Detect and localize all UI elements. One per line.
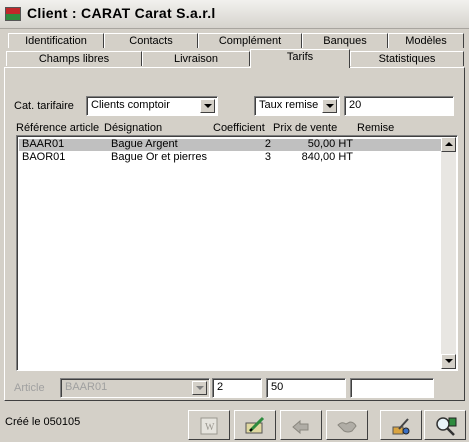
tab-statistiques[interactable]: Statistiques	[350, 51, 464, 66]
remise-input[interactable]	[350, 378, 434, 398]
chevron-down-icon[interactable]	[200, 99, 215, 113]
article-select[interactable]: BAAR01	[60, 378, 210, 398]
coefficient-input[interactable]: 2	[212, 378, 262, 398]
table-row[interactable]: BAOR01 Bague Or et pierres 3 840,00 HT	[19, 151, 441, 164]
tools-button[interactable]	[380, 410, 422, 440]
column-header-coefficient[interactable]: Coefficient	[213, 122, 265, 134]
tab-contacts[interactable]: Contacts	[104, 33, 198, 48]
scroll-up-icon[interactable]	[441, 137, 456, 152]
tab-livraison[interactable]: Livraison	[142, 51, 250, 66]
tab-tarifs[interactable]: Tarifs	[250, 49, 350, 68]
cell-reference: BAOR01	[22, 151, 66, 163]
cell-reference: BAAR01	[22, 138, 65, 150]
edit-icon	[245, 416, 265, 434]
search-button[interactable]	[424, 410, 466, 440]
transfer-button[interactable]	[280, 410, 322, 440]
tab-complement[interactable]: Complément	[198, 33, 302, 48]
column-header-prix-de-vente[interactable]: Prix de vente	[273, 122, 337, 134]
search-icon	[436, 417, 457, 436]
cell-prix-de-vente: 840,00 HT	[301, 151, 353, 163]
created-date: Créé le 050105	[5, 416, 81, 428]
column-header-reference[interactable]: Référence article	[16, 122, 99, 134]
column-header-remise[interactable]: Remise	[357, 122, 394, 134]
tarifs-list[interactable]: BAAR01 Bague Argent 2 50,00 HT BAOR01 Ba…	[16, 135, 458, 371]
title-bar[interactable]: Client : CARAT Carat S.a.r.l	[0, 0, 469, 29]
prix-input[interactable]: 50	[266, 378, 346, 398]
cell-designation: Bague Or et pierres	[111, 151, 207, 163]
table-row[interactable]: BAAR01 Bague Argent 2 50,00 HT	[19, 138, 441, 151]
tab-champs-libres[interactable]: Champs libres	[6, 51, 142, 66]
app-icon	[5, 7, 21, 21]
chevron-down-icon[interactable]	[192, 381, 207, 395]
word-icon: W	[200, 417, 218, 435]
remise-value-input[interactable]: 20	[344, 96, 454, 116]
article-label: Article	[14, 382, 45, 394]
chevron-down-icon[interactable]	[322, 99, 337, 113]
article-value: BAAR01	[65, 381, 108, 393]
word-export-button[interactable]: W	[188, 410, 230, 440]
remise-type-select[interactable]: Taux remise	[254, 96, 340, 116]
cell-coefficient: 3	[264, 151, 271, 163]
tab-modeles[interactable]: Modèles	[388, 33, 464, 48]
cat-tarifaire-value: Clients comptoir	[91, 99, 170, 111]
cell-coefficient: 2	[264, 138, 271, 150]
tab-banques[interactable]: Banques	[302, 33, 388, 48]
vertical-scrollbar[interactable]	[441, 137, 456, 369]
status-bar: Créé le 050105 W	[0, 405, 469, 442]
window-title: Client : CARAT Carat S.a.r.l	[27, 5, 216, 21]
column-header-designation[interactable]: Désignation	[104, 122, 162, 134]
scroll-down-icon[interactable]	[441, 354, 456, 369]
cat-tarifaire-select[interactable]: Clients comptoir	[86, 96, 218, 116]
transfer-icon	[292, 419, 309, 435]
tools-icon	[392, 418, 410, 435]
edit-button[interactable]	[234, 410, 276, 440]
cell-prix-de-vente: 50,00 HT	[307, 138, 353, 150]
cell-designation: Bague Argent	[111, 138, 178, 150]
svg-text:W: W	[205, 422, 215, 433]
handshake-button[interactable]	[326, 410, 368, 440]
cat-tarifaire-label: Cat. tarifaire	[14, 100, 74, 112]
handshake-icon	[337, 421, 357, 433]
remise-type-value: Taux remise	[259, 99, 319, 111]
tab-identification[interactable]: Identification	[8, 33, 104, 48]
